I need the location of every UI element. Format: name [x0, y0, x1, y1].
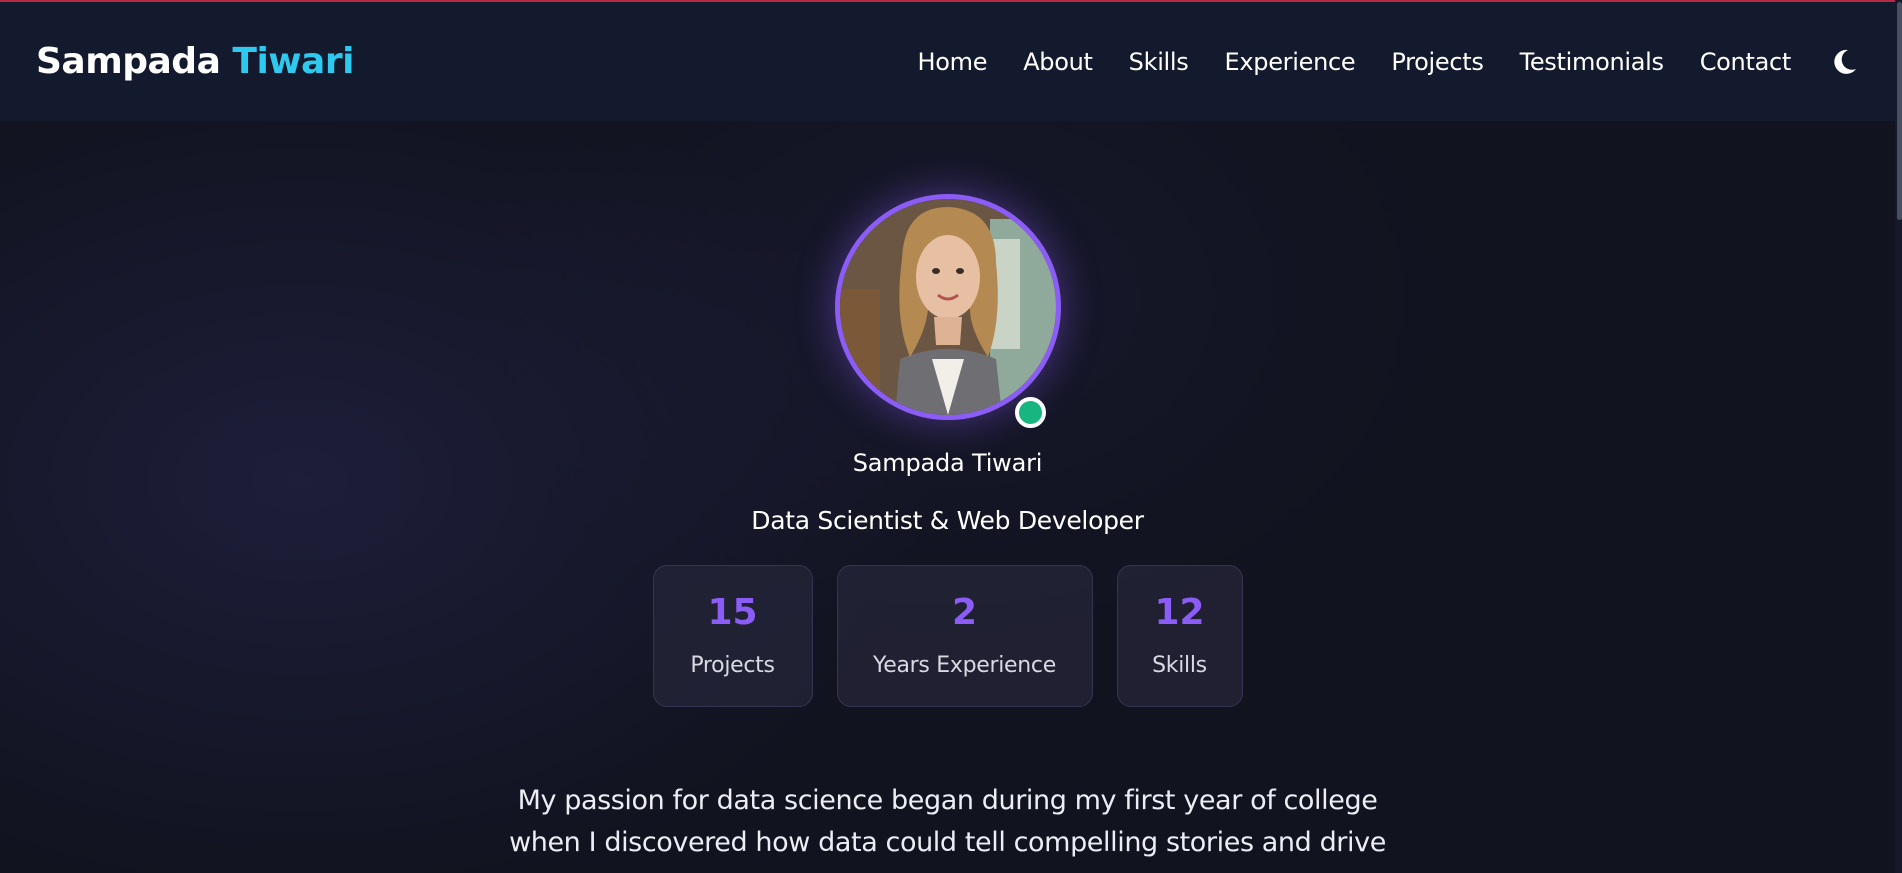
profile-name: Sampada Tiwari	[852, 449, 1043, 477]
nav-about[interactable]: About	[1023, 48, 1093, 76]
stat-card-projects: 15 Projects	[652, 565, 813, 707]
scrollbar[interactable]	[1895, 0, 1902, 873]
nav-experience[interactable]: Experience	[1225, 48, 1356, 76]
brand-logo[interactable]: Sampada Tiwari	[36, 41, 354, 82]
stat-label: Skills	[1152, 652, 1207, 678]
profile-role: Data Scientist & Web Developer	[751, 506, 1144, 535]
brand-first-name: Sampada	[36, 41, 221, 82]
stat-card-skills: 12 Skills	[1116, 565, 1243, 707]
site-header: Sampada Tiwari Home About Skills Experie…	[0, 2, 1895, 121]
profile-avatar-wrapper	[835, 194, 1061, 428]
scrollbar-thumb[interactable]	[1897, 2, 1902, 220]
bio-text: My passion for data science began during…	[0, 780, 1895, 864]
nav-contact[interactable]: Contact	[1700, 48, 1792, 76]
nav-testimonials[interactable]: Testimonials	[1520, 48, 1664, 76]
stat-card-experience: 2 Years Experience	[836, 565, 1093, 707]
avatar	[835, 194, 1061, 420]
bio-line: My passion for data science began during…	[517, 785, 1378, 816]
nav-skills[interactable]: Skills	[1129, 48, 1189, 76]
theme-toggle-button[interactable]	[1829, 47, 1859, 77]
bio-line: when I discovered how data could tell co…	[509, 827, 1386, 858]
avatar-photo	[840, 199, 1056, 415]
stat-label: Years Experience	[873, 652, 1056, 678]
nav-projects[interactable]: Projects	[1391, 48, 1484, 76]
stat-label: Projects	[690, 652, 775, 678]
page: Sampada Tiwari Home About Skills Experie…	[0, 0, 1902, 873]
stat-value: 15	[707, 591, 758, 633]
main-nav: Home About Skills Experience Projects Te…	[918, 47, 1860, 77]
nav-home[interactable]: Home	[918, 48, 988, 76]
brand-last-name: Tiwari	[232, 41, 354, 82]
online-status-dot	[1015, 397, 1046, 428]
moon-icon	[1834, 49, 1856, 74]
stats-row: 15 Projects 2 Years Experience 12 Skills	[0, 565, 1895, 707]
stat-value: 12	[1154, 591, 1205, 633]
stat-value: 2	[951, 591, 978, 633]
